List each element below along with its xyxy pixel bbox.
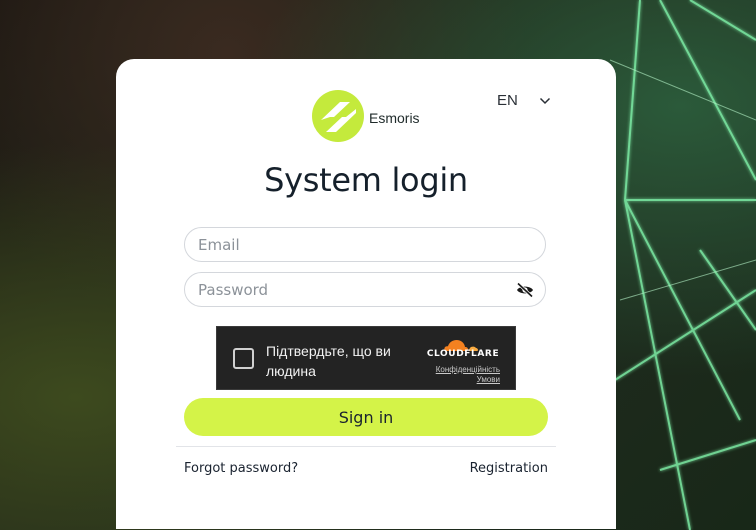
password-input[interactable] bbox=[185, 279, 500, 300]
captcha-terms-link[interactable]: Умови bbox=[477, 375, 500, 384]
login-card: Esmoris EN System login Підтвердьте, що … bbox=[116, 59, 616, 529]
eye-slash-icon[interactable] bbox=[516, 282, 534, 298]
captcha-privacy-link[interactable]: Конфіденційність bbox=[436, 365, 500, 374]
sign-in-button[interactable]: Sign in bbox=[184, 398, 548, 436]
captcha-prompt: Підтвердьте, що ви людина bbox=[266, 343, 391, 379]
password-field[interactable] bbox=[184, 272, 546, 307]
cloudflare-captcha: Підтвердьте, що ви людина CLOUDFLARE Кон… bbox=[216, 326, 516, 390]
brand-logo[interactable]: Esmoris bbox=[312, 90, 420, 142]
registration-link[interactable]: Registration bbox=[470, 461, 548, 476]
cloudflare-wordmark: CLOUDFLARE bbox=[426, 349, 500, 359]
email-input[interactable] bbox=[185, 234, 500, 255]
captcha-checkbox[interactable] bbox=[233, 348, 254, 369]
forgot-password-link[interactable]: Forgot password? bbox=[184, 461, 298, 476]
chevron-down-icon bbox=[539, 97, 550, 104]
divider bbox=[176, 446, 556, 447]
page-title: System login bbox=[264, 161, 468, 199]
language-label: EN bbox=[497, 92, 518, 109]
esmoris-logo-icon bbox=[312, 90, 364, 142]
email-field[interactable] bbox=[184, 227, 546, 262]
brand-name: Esmoris bbox=[369, 109, 420, 126]
language-selector[interactable]: EN bbox=[497, 92, 551, 109]
